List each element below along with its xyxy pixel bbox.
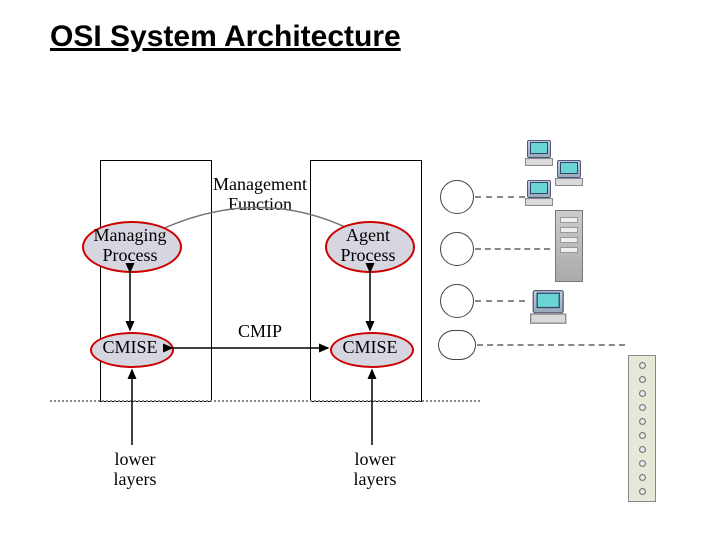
node-circle-4 xyxy=(438,330,476,360)
computer-icon xyxy=(530,290,566,324)
node-circle-3 xyxy=(440,284,474,318)
node-circle-1 xyxy=(440,180,474,214)
device-chip-icon xyxy=(628,355,656,502)
dash-3 xyxy=(475,300,525,302)
server-tower-icon xyxy=(555,210,583,282)
computer-icon xyxy=(525,180,553,206)
computer-icon xyxy=(555,160,583,186)
dash-1 xyxy=(475,196,525,198)
dash-4 xyxy=(477,344,625,346)
arrows xyxy=(0,0,720,540)
dash-2 xyxy=(475,248,550,250)
node-circle-2 xyxy=(440,232,474,266)
computer-icon xyxy=(525,140,553,166)
